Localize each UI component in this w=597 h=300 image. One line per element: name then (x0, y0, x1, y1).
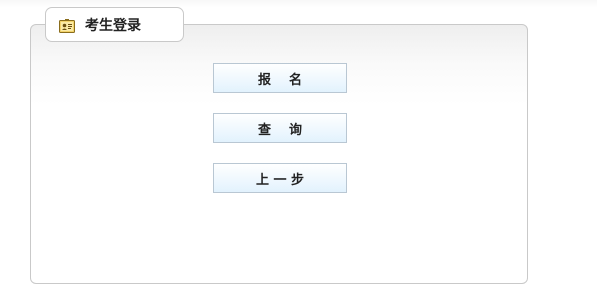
signup-button[interactable]: 报 名 (213, 63, 347, 93)
id-card-icon (59, 18, 75, 33)
back-button[interactable]: 上 一 步 (213, 163, 347, 193)
page: 考生登录 报 名 查 询 上 一 步 (0, 0, 597, 300)
panel-tab: 考生登录 (45, 7, 184, 42)
panel-title: 考生登录 (85, 17, 141, 34)
query-button[interactable]: 查 询 (213, 113, 347, 143)
